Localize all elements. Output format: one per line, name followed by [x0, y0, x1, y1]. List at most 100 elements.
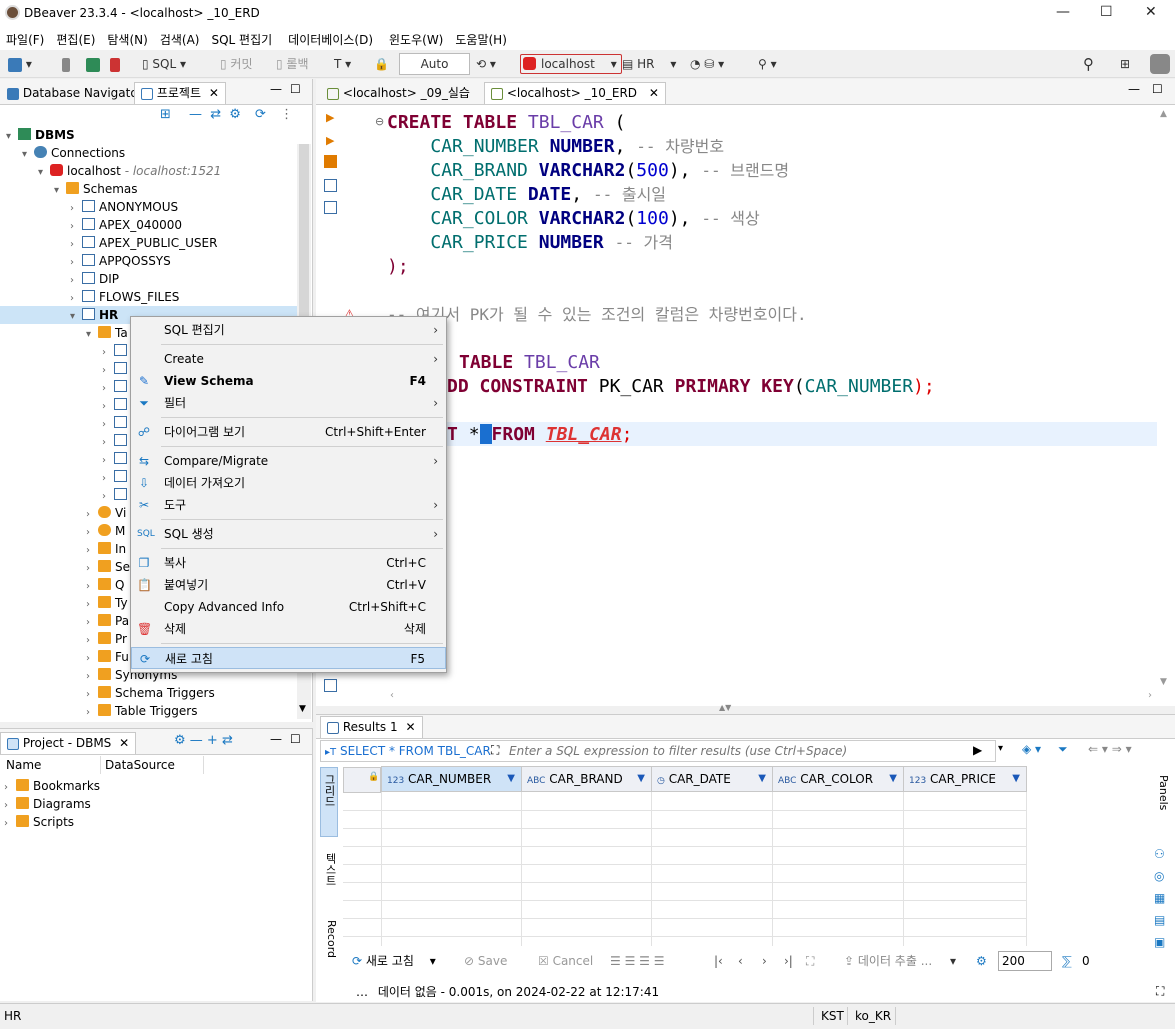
code-line[interactable]: CAR_PRICE NUMBER -- 가격	[387, 231, 673, 255]
last-page-icon[interactable]: ›|	[784, 950, 793, 972]
side-tab-panels[interactable]: Panels	[1152, 775, 1170, 835]
project-diagrams[interactable]: › Diagrams	[4, 795, 91, 813]
sql-editor-button[interactable]: ▯ SQL ▾	[142, 55, 186, 73]
tree-table-item[interactable]: ›	[102, 378, 131, 396]
code-line[interactable]: T * FROM TBL_CAR;	[447, 423, 632, 447]
outline-icon[interactable]	[324, 679, 337, 692]
maximize-panel-icon[interactable]: ☐	[290, 82, 301, 96]
disconnect-icon[interactable]	[110, 55, 120, 73]
prev-page-icon[interactable]: ‹	[738, 950, 743, 972]
code-comment-line[interactable]: -- 여기서 PK가 될 수 있는 조건의 칼럼은 차량번호이다.	[387, 303, 807, 327]
menu-file[interactable]: 파일(F)	[0, 28, 50, 51]
tree-connections[interactable]: ▾ Connections	[22, 144, 125, 162]
code-line[interactable]: );	[387, 255, 409, 279]
commit-button[interactable]: ▯ 커밋	[220, 55, 253, 73]
minimize-editor-icon[interactable]: —	[1128, 82, 1140, 96]
transaction-mode-icon[interactable]: T ▾	[334, 55, 351, 73]
tab-editor-09[interactable]: <localhost> _09_실습	[320, 82, 477, 104]
project-scripts[interactable]: › Scripts	[4, 813, 74, 831]
project-column-name[interactable]: Name	[6, 758, 41, 772]
status-locale[interactable]: ko_KR	[855, 1009, 891, 1023]
more-icon[interactable]: ⋮	[280, 107, 293, 122]
search-dropdown-icon[interactable]: ⚲ ▾	[758, 55, 777, 73]
code-line[interactable]: CAR_NUMBER NUMBER, -- 차량번호	[387, 135, 724, 159]
tree-folder[interactable]: › Ty	[86, 594, 128, 612]
menu-sql-editor[interactable]: SQL 편집기	[205, 28, 278, 51]
query-text[interactable]: ▸T SELECT * FROM TBL_CAR	[325, 744, 491, 758]
tree-schema-item[interactable]: › APPQOSSYS	[70, 252, 171, 270]
menu-item-create[interactable]: Create ›	[131, 348, 446, 370]
tree-schema-item[interactable]: › ANONYMOUS	[70, 198, 178, 216]
menu-item-paste[interactable]: 📋 붙여넣기 Ctrl+V	[131, 574, 446, 596]
settings-icon[interactable]: ⚙	[229, 107, 241, 122]
tree-folder[interactable]: › Pa	[86, 612, 129, 630]
column-header-car-date[interactable]: ◷ CAR_DATE ▼	[651, 766, 773, 792]
tree-schemas[interactable]: ▾ Schemas	[54, 180, 138, 198]
code-line[interactable]: TABLE TBL_CAR	[459, 351, 600, 375]
tree-table-item[interactable]: ›	[102, 396, 131, 414]
refresh-results-button[interactable]: ⟳ 새로 고침 ▾	[352, 950, 436, 972]
maximize-button[interactable]: ☐	[1100, 4, 1113, 20]
menu-help[interactable]: 도움말(H)	[449, 28, 513, 51]
rollback-button[interactable]: ▯ 롤백	[276, 55, 309, 73]
menu-item-tools[interactable]: ✂ 도구 ›	[131, 494, 446, 516]
close-window-button[interactable]: ✕	[1145, 4, 1157, 20]
filter-icon[interactable]: ⏷	[1058, 742, 1068, 757]
results-expand-icon[interactable]: ⛶	[1156, 984, 1164, 999]
menu-item-view-schema[interactable]: ✎ View Schema F4	[131, 370, 446, 392]
tree-table-item[interactable]: ›	[102, 450, 131, 468]
side-tab-grid[interactable]: 그리드	[320, 767, 338, 837]
link-editor-icon[interactable]: ⇄	[210, 107, 221, 122]
sort-icon[interactable]: ▼	[758, 767, 766, 791]
edit-row-icons[interactable]: ☰ ☰ ☰ ☰	[610, 950, 664, 972]
tree-folder[interactable]: › Q	[86, 576, 124, 594]
fetch-settings-icon[interactable]: ⚙	[976, 950, 987, 972]
execute-statement-icon[interactable]: ▶	[326, 111, 334, 124]
tree-folder[interactable]: › In	[86, 540, 126, 558]
explain-plan-icon[interactable]	[324, 179, 337, 192]
sort-icon[interactable]: ▼	[1012, 767, 1020, 791]
tab-project[interactable]: 프로젝트 ✕	[134, 82, 226, 104]
tree-table-item[interactable]: ›	[102, 468, 131, 486]
sort-icon[interactable]: ▼	[637, 767, 645, 791]
reconnect-icon[interactable]	[86, 55, 100, 73]
column-header-car-number[interactable]: 123 CAR_NUMBER ▼	[381, 766, 522, 792]
tree-schema-item[interactable]: › APEX_040000	[70, 216, 182, 234]
tree-folder[interactable]: › Pr	[86, 630, 127, 648]
minimize-button[interactable]: —	[1056, 4, 1070, 20]
code-line[interactable]: CREATE TABLE TBL_CAR (	[387, 111, 625, 135]
minimize-panel-icon[interactable]: —	[270, 82, 282, 96]
tab-results-1[interactable]: Results 1 ✕	[320, 716, 423, 738]
menu-item-refresh[interactable]: ⟳ 새로 고침 F5	[131, 647, 446, 669]
new-connection-icon[interactable]: ▾	[8, 55, 32, 73]
history-icon[interactable]: ⟲ ▾	[476, 55, 496, 73]
menu-item-copy[interactable]: ❐ 복사 Ctrl+C	[131, 552, 446, 574]
status-timezone[interactable]: KST	[821, 1009, 844, 1023]
terminal-icon[interactable]	[324, 201, 337, 214]
side-tab-text[interactable]: 텍스트	[320, 847, 338, 907]
tree-table-triggers[interactable]: › Table Triggers	[86, 702, 197, 720]
execute-script-icon[interactable]	[324, 155, 337, 168]
panel-sash[interactable]: ▲▼	[316, 703, 1175, 714]
tree-schema-triggers[interactable]: › Schema Triggers	[86, 684, 215, 702]
tree-schema-item[interactable]: › FLOWS_FILES	[70, 288, 179, 306]
menu-item-filter[interactable]: ⏷ 필터 ›	[131, 392, 446, 414]
tab-editor-10[interactable]: <localhost> _10_ERD ✕	[484, 82, 666, 104]
row-count-icon[interactable]: ⅀	[1062, 950, 1072, 972]
column-header-car-color[interactable]: ABC CAR_COLOR ▼	[772, 766, 904, 792]
tree-mviews[interactable]: › M	[86, 522, 125, 540]
apply-filter-icon[interactable]: ▶	[973, 743, 982, 757]
menu-database[interactable]: 데이터베이스(D)	[282, 28, 379, 51]
collapse-all-icon[interactable]: —	[189, 107, 202, 122]
menu-item-compare-migrate[interactable]: ⇆ Compare/Migrate ›	[131, 450, 446, 472]
column-header-car-price[interactable]: 123 CAR_PRICE ▼	[903, 766, 1027, 792]
tree-folder[interactable]: › Fu	[86, 648, 129, 666]
export-data-button[interactable]: ⇪ 데이터 추출 ... ▾	[844, 950, 956, 972]
perspective-icon[interactable]: ⊞	[1120, 55, 1130, 73]
tree-table-item[interactable]: ›	[102, 414, 131, 432]
code-line[interactable]: CAR_BRAND VARCHAR2(500), -- 브랜드명	[387, 159, 789, 183]
tree-schema-item[interactable]: › APEX_PUBLIC_USER	[70, 234, 217, 252]
minimize-panel-icon[interactable]: —	[270, 732, 282, 746]
menu-item-delete[interactable]: 🗑 삭제 삭제	[131, 618, 446, 640]
side-tab-record[interactable]: Record	[320, 920, 338, 980]
